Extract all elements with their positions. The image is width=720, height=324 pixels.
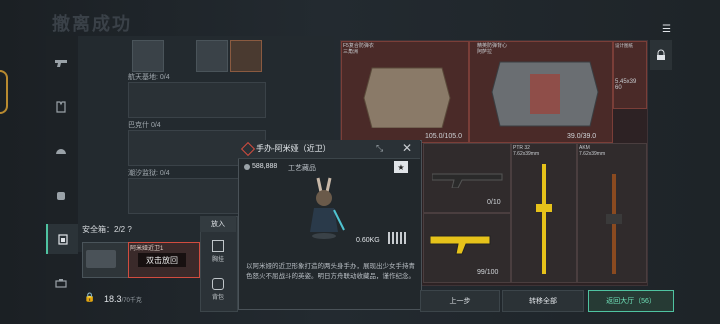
container-icon[interactable] xyxy=(46,224,78,254)
double-click-return-hint[interactable]: 双击放回 xyxy=(138,253,186,267)
transfer-all-button[interactable]: 转移全部 xyxy=(502,290,584,312)
size-grid-icon xyxy=(388,232,408,244)
item-weight: 0.60KG xyxy=(356,237,380,244)
close-icon[interactable]: ✕ xyxy=(402,141,412,155)
lock-slot-button[interactable] xyxy=(650,40,672,70)
collection-item[interactable] xyxy=(132,40,164,72)
item-label: 设计图纸 xyxy=(615,43,633,48)
collection-item[interactable] xyxy=(196,40,228,72)
lock-icon: 🔒 xyxy=(84,292,96,302)
item-label: F5复合防弹衣 三角洲 xyxy=(343,43,374,55)
item-price: 588,888 xyxy=(252,163,278,170)
secure-box-label: 安全箱：2/2 ? xyxy=(82,225,132,234)
prev-step-button[interactable]: 上一步 xyxy=(420,290,500,312)
backpack-icon[interactable] xyxy=(46,180,76,210)
device-icon xyxy=(86,250,116,268)
item-label: PTR 32 7.62x39mm xyxy=(513,145,540,157)
item-label: 精英防弹背心 阿萨拉 xyxy=(477,43,508,55)
helmet-icon[interactable] xyxy=(46,136,76,166)
figure-image xyxy=(300,176,348,242)
backpack-icon xyxy=(212,278,224,290)
inventory-item-vest-1[interactable] xyxy=(341,41,469,143)
put-in-header: 放入 xyxy=(200,216,236,232)
collection-label: 潮汐监狱: 0/4 xyxy=(128,170,170,177)
inventory-item-akm[interactable] xyxy=(577,143,647,283)
favorite-button[interactable]: ★ xyxy=(394,161,408,173)
secure-item-label: 阿米娅近卫1 xyxy=(130,246,164,252)
item-durability: 39.0/39.0 xyxy=(567,133,597,140)
return-lobby-button[interactable]: 返回大厅（56） xyxy=(588,290,674,312)
help-icon[interactable]: ? xyxy=(127,225,131,234)
item-category: 工艺藏品 xyxy=(288,165,316,172)
tooltip-title: 手办-阿米娅（近卫） xyxy=(256,144,331,153)
collection-row[interactable] xyxy=(128,82,266,118)
chest-rig-icon xyxy=(212,240,224,252)
item-description: 以阿米娅的近卫形象打造的两头身手办，展现出少女手持青色怒火不屈战斗的英姿。明日方… xyxy=(246,263,415,280)
inventory-item-vest-2[interactable] xyxy=(469,41,613,143)
item-ammo: 99/100 xyxy=(477,269,499,276)
pistol-icon[interactable] xyxy=(46,48,76,78)
collection-item[interactable] xyxy=(230,40,262,72)
coin-icon xyxy=(244,164,250,170)
inventory-item-blueprint[interactable] xyxy=(613,41,647,109)
weight-readout: 18.3/70千克 xyxy=(104,294,142,304)
collection-label: 航天基地: 0/4 xyxy=(128,74,170,81)
armor-icon[interactable] xyxy=(46,92,76,122)
inventory-item-ptr32[interactable] xyxy=(511,143,577,283)
side-hex-highlight xyxy=(0,70,8,114)
collapse-icon[interactable]: ⤡ xyxy=(376,143,383,154)
chest-rig-button[interactable]: 胸挂 xyxy=(200,240,236,263)
item-label: AKM 7.62x39mm xyxy=(579,145,606,157)
page-title: 撤离成功 xyxy=(52,14,132,34)
item-label: 5.45x39 60 xyxy=(615,79,637,91)
item-ammo: 0/10 xyxy=(487,199,501,206)
menu-icon[interactable]: ☰ xyxy=(662,24,671,35)
item-durability: 105.0/105.0 xyxy=(425,133,462,140)
backpack-button[interactable]: 背包 xyxy=(200,278,236,301)
side-nav xyxy=(46,36,78,324)
collection-label: 巴克什 0/4 xyxy=(128,122,161,129)
briefcase-icon[interactable] xyxy=(46,268,76,298)
